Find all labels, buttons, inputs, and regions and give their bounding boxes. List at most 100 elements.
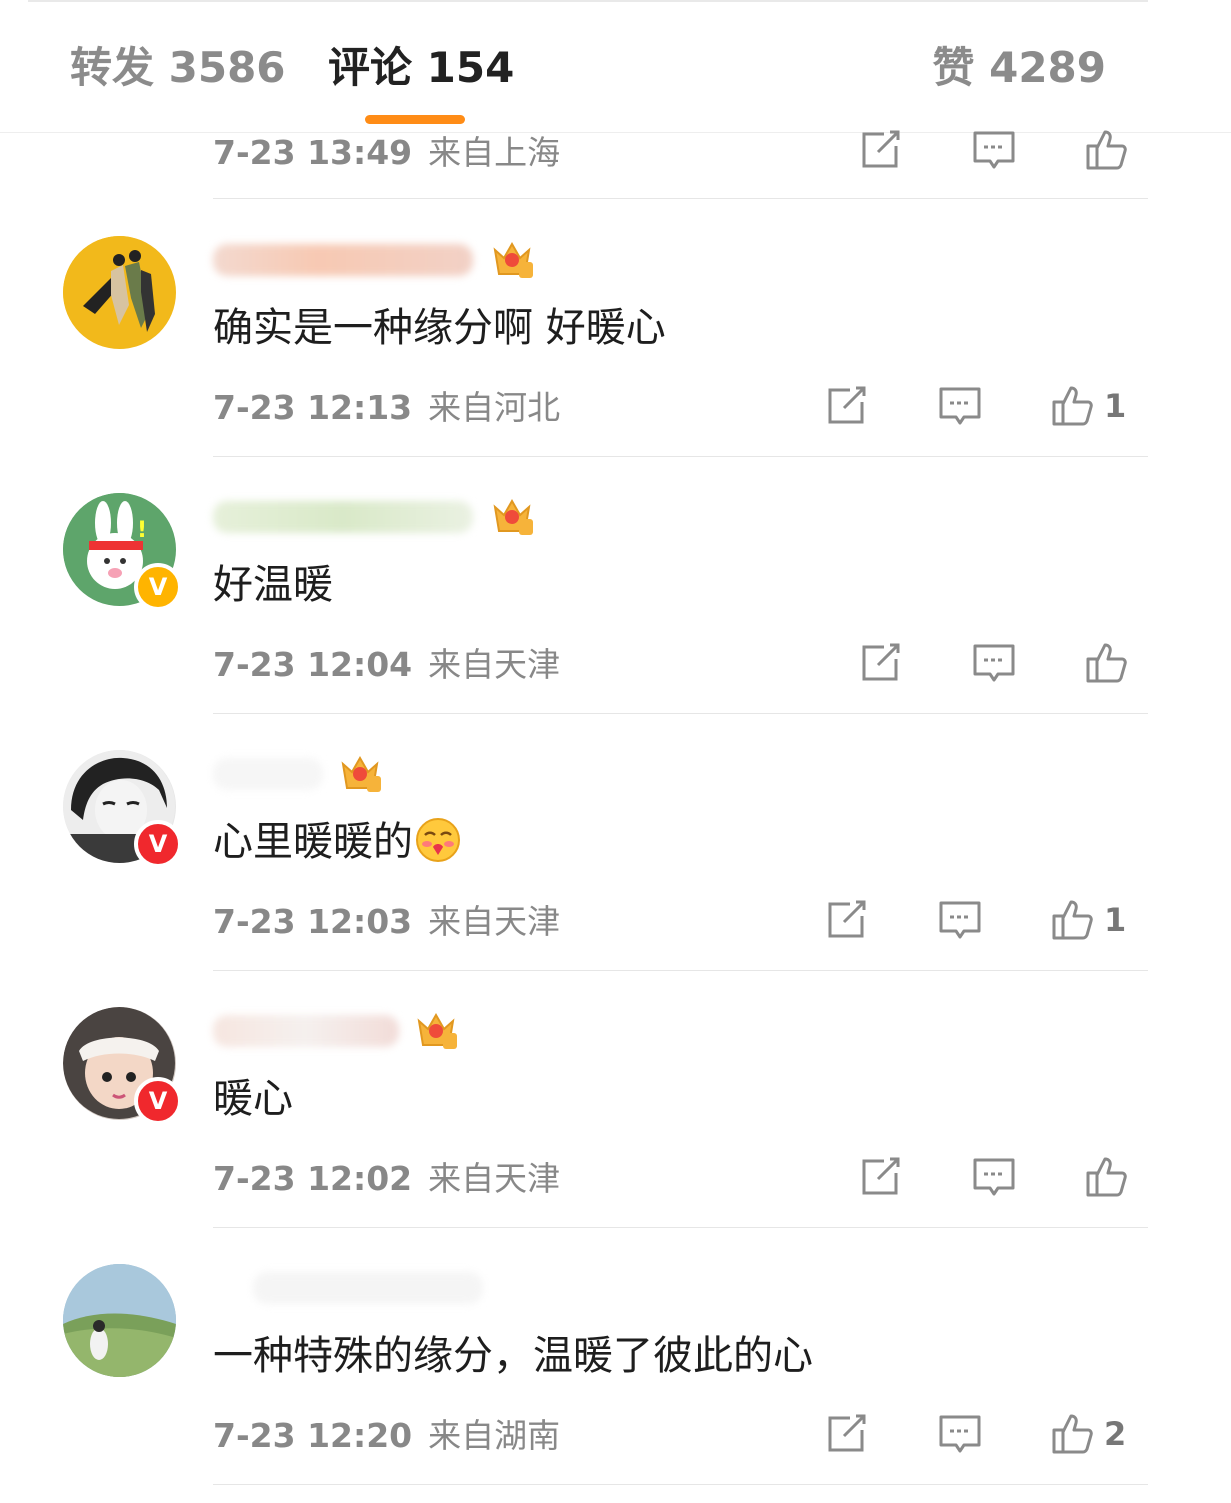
username-blurred: [213, 244, 473, 276]
share-button[interactable]: [822, 896, 872, 946]
username-blurred: [213, 758, 323, 790]
verified-badge-icon: V: [134, 820, 182, 868]
comment-meta: 7-23 12:13 来自河北: [213, 385, 560, 431]
thumbs-up-icon: [1086, 130, 1127, 170]
comment-location: 来自湖南: [428, 1416, 561, 1455]
crown-badge-icon: [413, 1007, 459, 1051]
tab-likes[interactable]: 赞 4289: [932, 40, 1106, 96]
share-button[interactable]: [822, 1410, 872, 1460]
reply-button[interactable]: [936, 382, 986, 432]
like-count: 1: [1104, 901, 1127, 939]
verified-badge-icon: V: [134, 1077, 182, 1125]
divider: [213, 456, 1148, 457]
comment-icon: [939, 387, 981, 425]
comment-actions: 2: [826, 1410, 1126, 1460]
username-blurred: [213, 1015, 399, 1047]
comment-actions: [862, 126, 1127, 176]
thumbs-up-icon: [1086, 1157, 1127, 1197]
comment-text: 心里暖暖的: [213, 814, 461, 870]
username[interactable]: [213, 1007, 473, 1053]
divider: [213, 1227, 1148, 1228]
username[interactable]: [213, 493, 553, 539]
share-icon: [862, 1157, 900, 1195]
username[interactable]: [213, 236, 553, 282]
share-button[interactable]: [856, 639, 906, 689]
comment-location: 来自天津: [428, 645, 561, 684]
divider: [213, 198, 1148, 199]
username-blurred: [213, 501, 473, 533]
comment-icon: [973, 644, 1015, 682]
comment-actions: 1: [826, 896, 1126, 946]
verified-badge-icon: V: [134, 563, 182, 611]
tab-repost[interactable]: 转发 3586: [70, 40, 286, 96]
comment-text: 暖心: [213, 1076, 293, 1122]
crown-badge-icon: [337, 750, 383, 794]
like-button[interactable]: [1082, 126, 1132, 176]
reply-button[interactable]: [936, 1410, 986, 1460]
thumbs-up-icon: [1052, 900, 1093, 940]
share-button[interactable]: [856, 1153, 906, 1203]
tab-bar: 转发 3586 评论 154 赞 4289: [0, 0, 1231, 133]
comment-actions: [862, 1153, 1127, 1203]
comment-time: 7-23 12:13: [213, 388, 413, 427]
username[interactable]: [213, 750, 413, 796]
like-count: 2: [1104, 1415, 1127, 1453]
avatar-image: [63, 236, 175, 348]
comment-actions: 1: [826, 382, 1126, 432]
like-button[interactable]: [1048, 896, 1098, 946]
comment-time: 7-23 12:02: [213, 1159, 413, 1198]
comment-time: 7-23 12:20: [213, 1416, 413, 1455]
comment-meta: 7-23 12:04 来自天津: [213, 642, 560, 688]
thumbs-up-icon: [1052, 386, 1093, 426]
like-button[interactable]: [1048, 382, 1098, 432]
comment-location: 来自上海: [428, 133, 561, 172]
divider: [213, 1484, 1148, 1485]
comment-text-content: 心里暖暖的: [213, 819, 413, 865]
comment-meta: 7-23 12:02 来自天津: [213, 1156, 560, 1202]
comment-time: 7-23 12:03: [213, 902, 413, 941]
like-count: 1: [1104, 387, 1127, 425]
crown-badge-icon: [489, 493, 535, 537]
comment-meta: 7-23 13:49 来自上海: [213, 130, 560, 176]
comment-meta: 7-23 12:20 来自湖南: [213, 1413, 560, 1459]
share-button[interactable]: [856, 126, 906, 176]
crown-badge-icon: [489, 236, 535, 280]
tab-active-indicator: [365, 115, 465, 124]
share-button[interactable]: [822, 382, 872, 432]
thumbs-up-icon: [1052, 1414, 1093, 1454]
avatar[interactable]: [63, 1264, 176, 1377]
comment-text: 确实是一种缘分啊 好暖心: [213, 305, 666, 351]
comment-icon: [939, 901, 981, 939]
svg-text:!: !: [137, 518, 147, 543]
comment-icon: [973, 1158, 1015, 1196]
warm-heart-face-emoji-icon: [416, 818, 460, 862]
reply-button[interactable]: [936, 896, 986, 946]
comment-icon: [973, 131, 1015, 169]
avatar[interactable]: [63, 236, 176, 349]
like-button[interactable]: [1082, 1153, 1132, 1203]
divider: [213, 970, 1148, 971]
tab-comments[interactable]: 评论 154: [328, 40, 514, 96]
comment-icon: [939, 1415, 981, 1453]
username-blurred: [253, 1272, 483, 1304]
comment-actions: [862, 639, 1127, 689]
share-icon: [862, 130, 900, 168]
comment-meta: 7-23 12:03 来自天津: [213, 899, 560, 945]
like-button[interactable]: [1082, 639, 1132, 689]
username[interactable]: [213, 1264, 493, 1310]
comment-location: 来自天津: [428, 902, 561, 941]
comment-location: 来自河北: [428, 388, 561, 427]
comment-text: 一种特殊的缘分，温暖了彼此的心: [213, 1333, 813, 1379]
share-icon: [862, 643, 900, 681]
reply-button[interactable]: [970, 639, 1020, 689]
divider: [213, 713, 1148, 714]
reply-button[interactable]: [970, 126, 1020, 176]
share-icon: [828, 1414, 866, 1452]
comment-time: 7-23 13:49: [213, 133, 413, 172]
thumbs-up-icon: [1086, 643, 1127, 683]
like-button[interactable]: [1048, 1410, 1098, 1460]
comment-text: 好温暖: [213, 562, 333, 608]
share-icon: [828, 386, 866, 424]
reply-button[interactable]: [970, 1153, 1020, 1203]
comment-location: 来自天津: [428, 1159, 561, 1198]
